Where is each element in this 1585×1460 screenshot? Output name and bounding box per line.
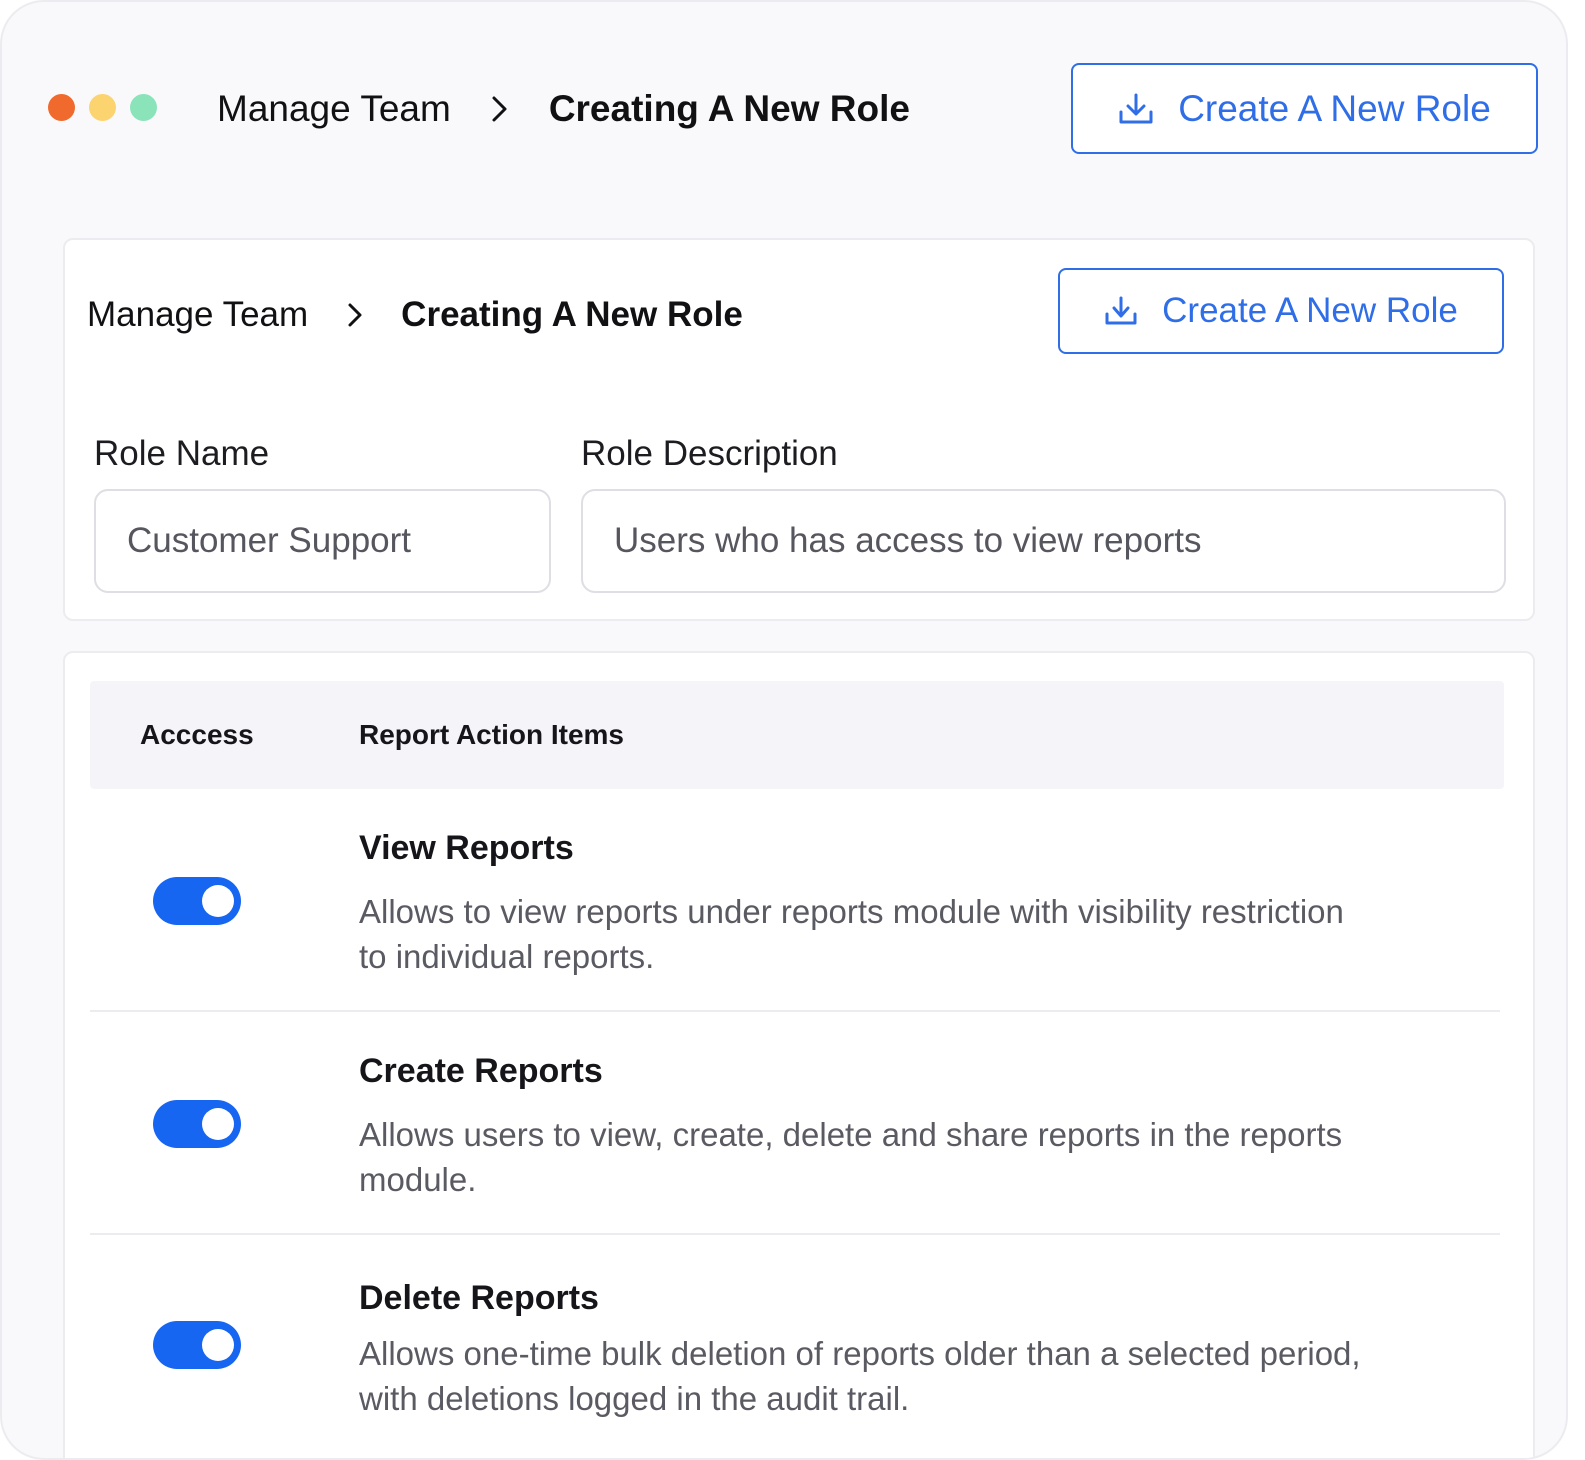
role-details-card: Manage Team Creating A New Role Create A…	[63, 238, 1535, 621]
role-name-label: Role Name	[94, 434, 270, 473]
title-bar: Manage Team Creating A New Role Create A…	[2, 2, 1566, 212]
role-name-input[interactable]: Customer Support	[94, 489, 551, 593]
window-controls	[48, 94, 157, 121]
permission-title: View Reports	[359, 829, 574, 867]
app-window: Manage Team Creating A New Role Create A…	[0, 0, 1568, 1460]
role-description-input[interactable]: Users who has access to view reports	[581, 489, 1506, 593]
column-header-access: Acccess	[140, 719, 254, 750]
view-reports-toggle[interactable]	[153, 877, 241, 925]
permission-description: Allows to view reports under reports mod…	[359, 893, 1344, 975]
permission-title: Delete Reports	[359, 1279, 599, 1317]
toggle-knob	[202, 1329, 234, 1361]
permission-row-delete-reports: Delete Reports Allows one-time bulk dele…	[90, 1235, 1500, 1458]
breadcrumb-parent[interactable]: Manage Team	[217, 88, 451, 130]
permission-description: Allows users to view, create, delete and…	[359, 1116, 1343, 1198]
chevron-right-icon	[308, 302, 401, 328]
toggle-knob	[202, 1108, 234, 1140]
card-breadcrumb-current: Creating A New Role	[401, 295, 743, 334]
delete-reports-toggle[interactable]	[153, 1321, 241, 1369]
toggle-knob	[202, 885, 234, 917]
permissions-card: Acccess Report Action Items View Reports…	[63, 651, 1535, 1458]
role-description-label: Role Description	[581, 434, 838, 473]
breadcrumb: Manage Team Creating A New Role	[217, 86, 910, 132]
download-icon	[1104, 295, 1138, 327]
card-create-new-role-button[interactable]: Create A New Role	[1058, 268, 1504, 354]
card-breadcrumb: Manage Team Creating A New Role	[87, 292, 743, 338]
card-breadcrumb-parent[interactable]: Manage Team	[87, 295, 308, 335]
permissions-table-header: Acccess Report Action Items	[90, 681, 1504, 789]
card-create-new-role-label: Create A New Role	[1162, 291, 1458, 330]
permission-row-create-reports: Create Reports Allows users to view, cre…	[90, 1012, 1500, 1235]
permission-title: Create Reports	[359, 1052, 603, 1090]
permission-row-view-reports: View Reports Allows to view reports unde…	[90, 789, 1500, 1012]
minimize-window-dot[interactable]	[89, 94, 116, 121]
maximize-window-dot[interactable]	[130, 94, 157, 121]
permission-description: Allows one-time bulk deletion of reports…	[359, 1335, 1361, 1417]
chevron-right-icon	[451, 95, 549, 123]
create-reports-toggle[interactable]	[153, 1100, 241, 1148]
breadcrumb-current: Creating A New Role	[548, 88, 910, 129]
download-icon	[1118, 92, 1154, 126]
close-window-dot[interactable]	[48, 94, 75, 121]
column-header-report-action-items: Report Action Items	[359, 719, 624, 750]
create-new-role-label: Create A New Role	[1178, 87, 1491, 129]
create-new-role-button[interactable]: Create A New Role	[1071, 63, 1538, 154]
